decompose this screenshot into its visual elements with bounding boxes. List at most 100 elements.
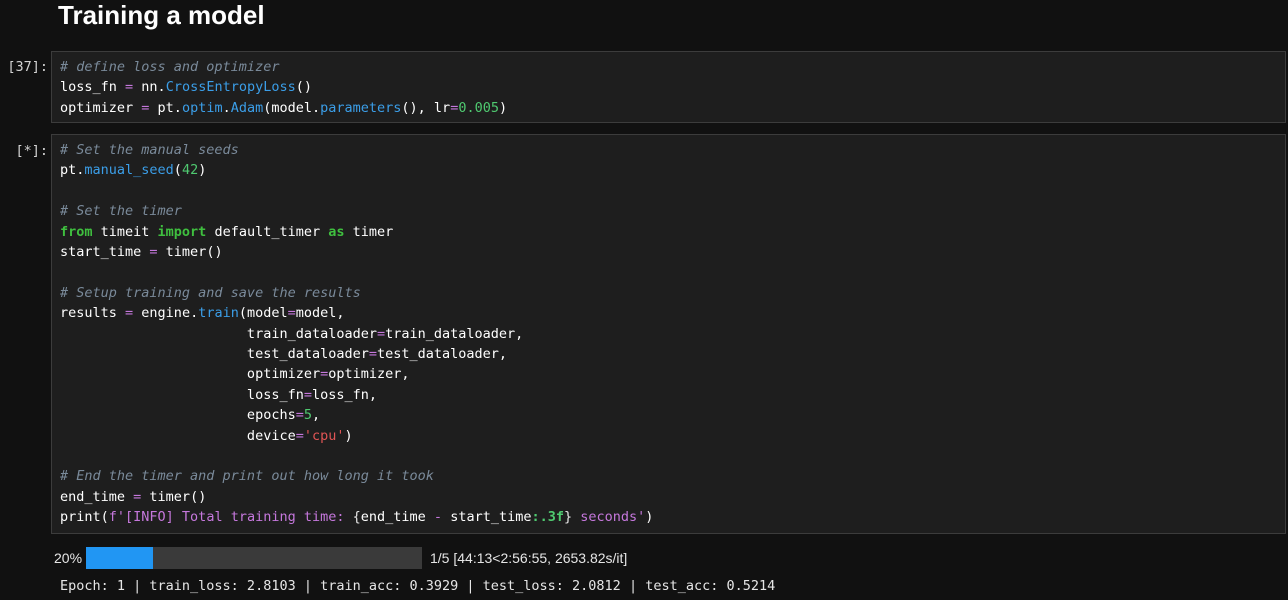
- code-token: test_dataloader,: [377, 346, 508, 363]
- code-token: train_dataloader: [60, 325, 377, 342]
- code-line: optimizer = pt.optim.Adam(model.paramete…: [60, 98, 1285, 118]
- code-token: # define loss and optimizer: [60, 59, 280, 75]
- progress-output: 20% 1/5 [44:13<2:56:55, 2653.82s/it]: [54, 547, 627, 569]
- code-token: engine.: [133, 305, 199, 322]
- code-token: pt.: [60, 162, 85, 179]
- code-token: (model.: [263, 99, 321, 116]
- code-token: end_time: [360, 509, 434, 526]
- code-token: parameters: [320, 99, 402, 116]
- code-token: start_time: [442, 509, 532, 526]
- code-token: end_time: [60, 488, 134, 505]
- code-token: Adam: [230, 99, 264, 116]
- code-token: results: [60, 305, 126, 322]
- code-token: {: [352, 509, 361, 526]
- progress-bar-fill: [86, 547, 154, 569]
- code-token: =: [287, 305, 296, 322]
- code-token: # Setup training and save the results: [60, 284, 361, 301]
- code-token: =: [125, 305, 134, 322]
- code-token: ): [344, 427, 353, 444]
- code-token: test_dataloader: [60, 346, 369, 363]
- code-token: timer(): [157, 244, 223, 261]
- code-token: =: [320, 366, 329, 383]
- code-line: epochs=5,: [60, 405, 1285, 425]
- section-heading: Training a model: [58, 0, 265, 30]
- epoch-log-line: Epoch: 1 | train_loss: 2.8103 | train_ac…: [60, 578, 776, 594]
- cell-prompt-2: [*]:: [15, 143, 48, 159]
- code-token: (: [173, 162, 182, 179]
- code-token: timer(): [141, 488, 207, 505]
- code-token: start_time: [60, 244, 150, 261]
- code-token: ): [198, 162, 207, 179]
- code-token: (): [295, 79, 312, 96]
- code-token: =: [303, 386, 312, 403]
- code-token: =: [125, 79, 134, 96]
- code-token: ): [498, 99, 508, 116]
- code-token: =: [295, 427, 304, 444]
- code-cell-loss-optimizer[interactable]: # define loss and optimizer loss_fn = nn.…: [51, 51, 1286, 123]
- code-token: =: [368, 346, 377, 363]
- code-token: manual_seed: [84, 162, 174, 179]
- code-line: pt.manual_seed(42): [60, 160, 1285, 180]
- code-token: train_dataloader,: [385, 325, 524, 342]
- code-token: train: [198, 305, 239, 322]
- code-token: model,: [295, 305, 345, 322]
- code-editor[interactable]: # Set the manual seeds pt.manual_seed(42)…: [52, 135, 1285, 528]
- code-token: (model: [238, 305, 288, 322]
- code-line: results = engine.train(model=model,: [60, 303, 1285, 323]
- code-token: 0.005: [458, 99, 499, 116]
- code-token: nn.: [133, 79, 166, 96]
- code-token: 5: [303, 407, 312, 424]
- code-token: :.3f: [531, 509, 564, 526]
- code-line: # Setup training and save the results: [60, 283, 1285, 303]
- code-line: start_time = timer(): [60, 242, 1285, 262]
- code-token: seconds': [572, 509, 646, 526]
- code-line: # Set the manual seeds: [60, 140, 1285, 160]
- code-token: -: [433, 509, 443, 526]
- progress-percent: 20%: [54, 550, 83, 566]
- code-token: # Set the manual seeds: [60, 142, 239, 158]
- code-line: loss_fn = nn.CrossEntropyLoss(): [60, 77, 1285, 97]
- code-token: timeit: [92, 223, 158, 240]
- progress-status: 1/5 [44:13<2:56:55, 2653.82s/it]: [430, 550, 628, 566]
- code-token: =: [149, 244, 158, 261]
- code-editor[interactable]: # define loss and optimizer loss_fn = nn.…: [52, 52, 1285, 118]
- code-token: =: [295, 407, 304, 424]
- code-line: optimizer=optimizer,: [60, 364, 1285, 384]
- code-line: from timeit import default_timer as time…: [60, 222, 1285, 242]
- progress-bar: [86, 547, 422, 569]
- code-token: optimizer: [60, 366, 321, 383]
- code-token: CrossEntropyLoss: [165, 79, 296, 96]
- code-token: from: [60, 223, 93, 240]
- code-token: 'cpu': [303, 427, 345, 444]
- code-token: timer: [344, 223, 394, 240]
- code-token: import: [157, 223, 207, 240]
- code-token: device: [60, 427, 296, 444]
- code-line: print(f'[INFO] Total training time: {end…: [60, 507, 1285, 527]
- code-token: optimizer: [60, 99, 142, 116]
- code-token: optimizer,: [328, 366, 410, 383]
- code-line: # End the timer and print out how long i…: [60, 466, 1285, 486]
- code-line: test_dataloader=test_dataloader,: [60, 344, 1285, 364]
- code-line: end_time = timer(): [60, 487, 1285, 507]
- code-token: (), lr: [401, 99, 451, 116]
- code-token: pt.: [149, 99, 182, 116]
- code-token: optim: [181, 99, 223, 116]
- code-line: # define loss and optimizer: [60, 57, 1285, 77]
- code-token: ,: [311, 407, 321, 424]
- code-token: print(: [60, 509, 109, 526]
- code-line: train_dataloader=train_dataloader,: [60, 324, 1285, 344]
- code-token: =: [376, 325, 386, 342]
- code-token: loss_fn,: [311, 386, 378, 403]
- code-token: default_timer: [206, 223, 329, 240]
- code-cell-training[interactable]: # Set the manual seeds pt.manual_seed(42)…: [51, 134, 1286, 534]
- code-token: 42: [181, 162, 199, 179]
- code-token: ): [645, 509, 654, 526]
- code-token: epochs: [60, 407, 296, 424]
- cell-prompt-1: [37]:: [7, 59, 48, 75]
- code-line: loss_fn=loss_fn,: [60, 385, 1285, 405]
- code-token: # Set the timer: [60, 203, 182, 220]
- code-token: loss_fn: [60, 79, 126, 96]
- code-token: .: [222, 99, 231, 116]
